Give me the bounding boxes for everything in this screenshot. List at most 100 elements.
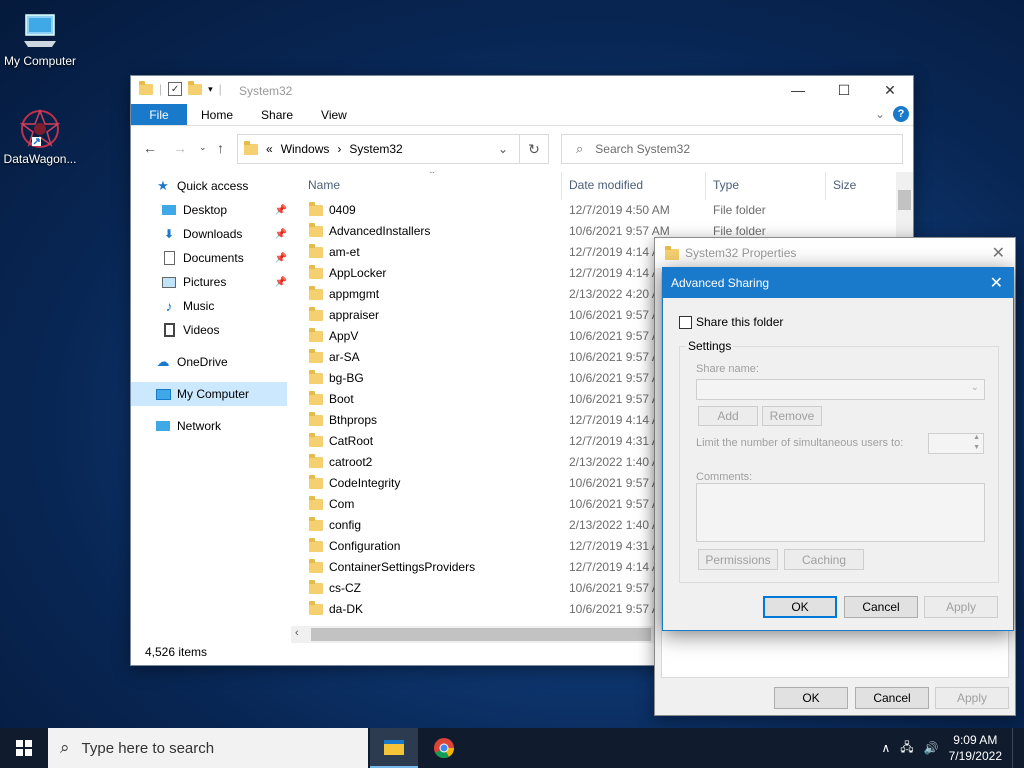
search-input[interactable]: ⌕ Search System32	[561, 134, 903, 164]
ribbon-tabs: File Home Share View ⌄ ?	[131, 104, 913, 126]
folder-icon	[309, 307, 323, 321]
start-button[interactable]	[0, 728, 48, 768]
column-divider[interactable]	[705, 172, 706, 200]
file-name: bg-BG	[329, 371, 364, 385]
properties-cancel-button[interactable]: Cancel	[855, 687, 929, 709]
clock-time: 9:09 AM	[953, 733, 998, 747]
address-overflow[interactable]: «	[266, 142, 273, 156]
pin-icon[interactable]: 📌	[275, 277, 287, 288]
forward-arrow-icon[interactable]: →	[173, 140, 187, 156]
properties-title: System32 Properties	[685, 246, 797, 260]
nav-label: Documents	[183, 251, 244, 265]
add-button: Add	[698, 406, 758, 426]
search-placeholder: Search System32	[595, 142, 690, 156]
nav-item-pictures[interactable]: Pictures 📌	[131, 270, 291, 294]
close-icon[interactable]: ✕	[867, 76, 913, 104]
column-header-name[interactable]: Name	[308, 178, 340, 192]
expand-ribbon-icon[interactable]: ⌄	[875, 107, 885, 121]
taskbar-search-input[interactable]: ⌕ Type here to search	[48, 728, 368, 768]
address-dropdown-icon[interactable]: ⌄	[498, 142, 508, 156]
nav-item-documents[interactable]: Documents 📌	[131, 246, 291, 270]
navigation-pane: ★ Quick access Desktop 📌 ⬇ Downloads 📌 D…	[131, 172, 291, 642]
tab-home[interactable]: Home	[187, 104, 247, 125]
breadcrumb-windows[interactable]: Windows	[281, 142, 330, 156]
folder-icon	[309, 202, 323, 216]
nav-item-desktop[interactable]: Desktop 📌	[131, 198, 291, 222]
desktop-icon-label: DataWagon...	[3, 152, 77, 166]
nav-item-videos[interactable]: Videos	[131, 318, 291, 342]
table-row[interactable]: 0409 12/7/2019 4:50 AM File folder	[301, 200, 913, 221]
nav-item-downloads[interactable]: ⬇ Downloads 📌	[131, 222, 291, 246]
show-desktop-button[interactable]	[1012, 728, 1016, 768]
explorer-titlebar[interactable]: | ✓ ▾ | System32 — ☐ ✕	[131, 76, 913, 104]
date-modified: 2/13/2022 1:40 A	[569, 455, 660, 469]
column-divider[interactable]	[825, 172, 826, 200]
file-name: da-DK	[329, 602, 364, 616]
ok-button[interactable]: OK	[763, 596, 837, 618]
taskbar-file-explorer[interactable]	[370, 728, 418, 768]
up-arrow-icon[interactable]: ↑	[217, 140, 224, 156]
quick-access-toolbar: | ✓ ▾ |	[139, 80, 222, 96]
back-arrow-icon[interactable]: ←	[143, 140, 157, 156]
desktop-icon-datawagon[interactable]: DataWagon...	[0, 106, 80, 166]
sort-up-icon: ⌃	[428, 172, 437, 181]
scroll-left-icon[interactable]: ‹	[295, 627, 299, 639]
pin-icon[interactable]: 📌	[275, 229, 287, 240]
network-icon[interactable]: 🖧	[900, 738, 913, 759]
nav-item-my-computer[interactable]: My Computer	[131, 382, 287, 406]
breadcrumb-separator[interactable]: ›	[337, 142, 341, 156]
nav-label: Videos	[183, 323, 220, 337]
advanced-sharing-titlebar[interactable]: Advanced Sharing ✕	[663, 268, 1013, 298]
address-bar[interactable]: « Windows › System32 ⌄	[237, 134, 549, 164]
file-name: AdvancedInstallers	[329, 224, 431, 238]
properties-check-icon[interactable]: ✓	[168, 82, 183, 96]
user-limit-spinner: ▲ ▼	[928, 433, 984, 454]
pin-icon[interactable]: 📌	[275, 205, 287, 216]
nav-item-music[interactable]: ♪ Music	[131, 294, 291, 318]
clock-date: 7/19/2022	[948, 749, 1002, 763]
file-name: appraiser	[329, 308, 380, 322]
nav-item-quick-access[interactable]: ★ Quick access	[131, 174, 291, 198]
nav-item-onedrive[interactable]: ☁ OneDrive	[131, 350, 291, 374]
properties-ok-button[interactable]: OK	[774, 687, 848, 709]
volume-icon[interactable]: 🔊	[924, 741, 939, 755]
scrollbar-thumb[interactable]	[898, 190, 911, 210]
column-divider[interactable]	[561, 172, 562, 200]
column-header-type[interactable]: Type	[713, 178, 739, 192]
maximize-icon[interactable]: ☐	[821, 76, 867, 104]
close-icon[interactable]: ✕	[992, 243, 1005, 263]
date-modified: 10/6/2021 9:57 A	[569, 497, 660, 511]
tab-share[interactable]: Share	[247, 104, 307, 125]
folder-icon	[309, 475, 323, 489]
share-folder-checkbox[interactable]: Share this folder	[679, 315, 783, 329]
cancel-button[interactable]: Cancel	[844, 596, 918, 618]
folder-icon	[309, 328, 323, 342]
minimize-icon[interactable]: —	[775, 76, 821, 104]
chrome-icon	[434, 738, 455, 759]
nav-label: My Computer	[177, 387, 250, 401]
desktop-icon-label: My Computer	[3, 54, 77, 68]
spinner-up-icon: ▲	[973, 434, 980, 441]
search-icon: ⌕	[60, 738, 70, 757]
column-header-size[interactable]: Size	[833, 178, 856, 192]
help-icon[interactable]: ?	[893, 106, 909, 122]
properties-titlebar[interactable]: System32 Properties ✕	[655, 238, 1015, 268]
customize-toolbar-icon[interactable]: ▾	[208, 84, 213, 95]
nav-item-network[interactable]: Network	[131, 414, 291, 438]
recent-locations-icon[interactable]: ⌄	[199, 142, 207, 153]
pin-icon[interactable]: 📌	[275, 253, 287, 264]
refresh-icon[interactable]: ↻	[519, 134, 549, 164]
taskbar-chrome[interactable]	[420, 728, 468, 768]
desktop-icon-my-computer[interactable]: My Computer	[0, 8, 80, 68]
scrollbar-thumb[interactable]	[311, 628, 651, 641]
checkbox-box[interactable]	[679, 315, 692, 329]
breadcrumb-system32[interactable]: System32	[349, 142, 402, 156]
chevron-up-icon[interactable]: ∧	[881, 741, 890, 755]
new-folder-icon[interactable]	[188, 80, 203, 95]
nav-label: Music	[183, 299, 215, 313]
column-header-date[interactable]: Date modified	[569, 178, 643, 192]
tab-view[interactable]: View	[307, 104, 361, 125]
clock[interactable]: 9:09 AM 7/19/2022	[949, 732, 1002, 764]
tab-file[interactable]: File	[131, 104, 187, 125]
close-icon[interactable]: ✕	[990, 273, 1003, 293]
